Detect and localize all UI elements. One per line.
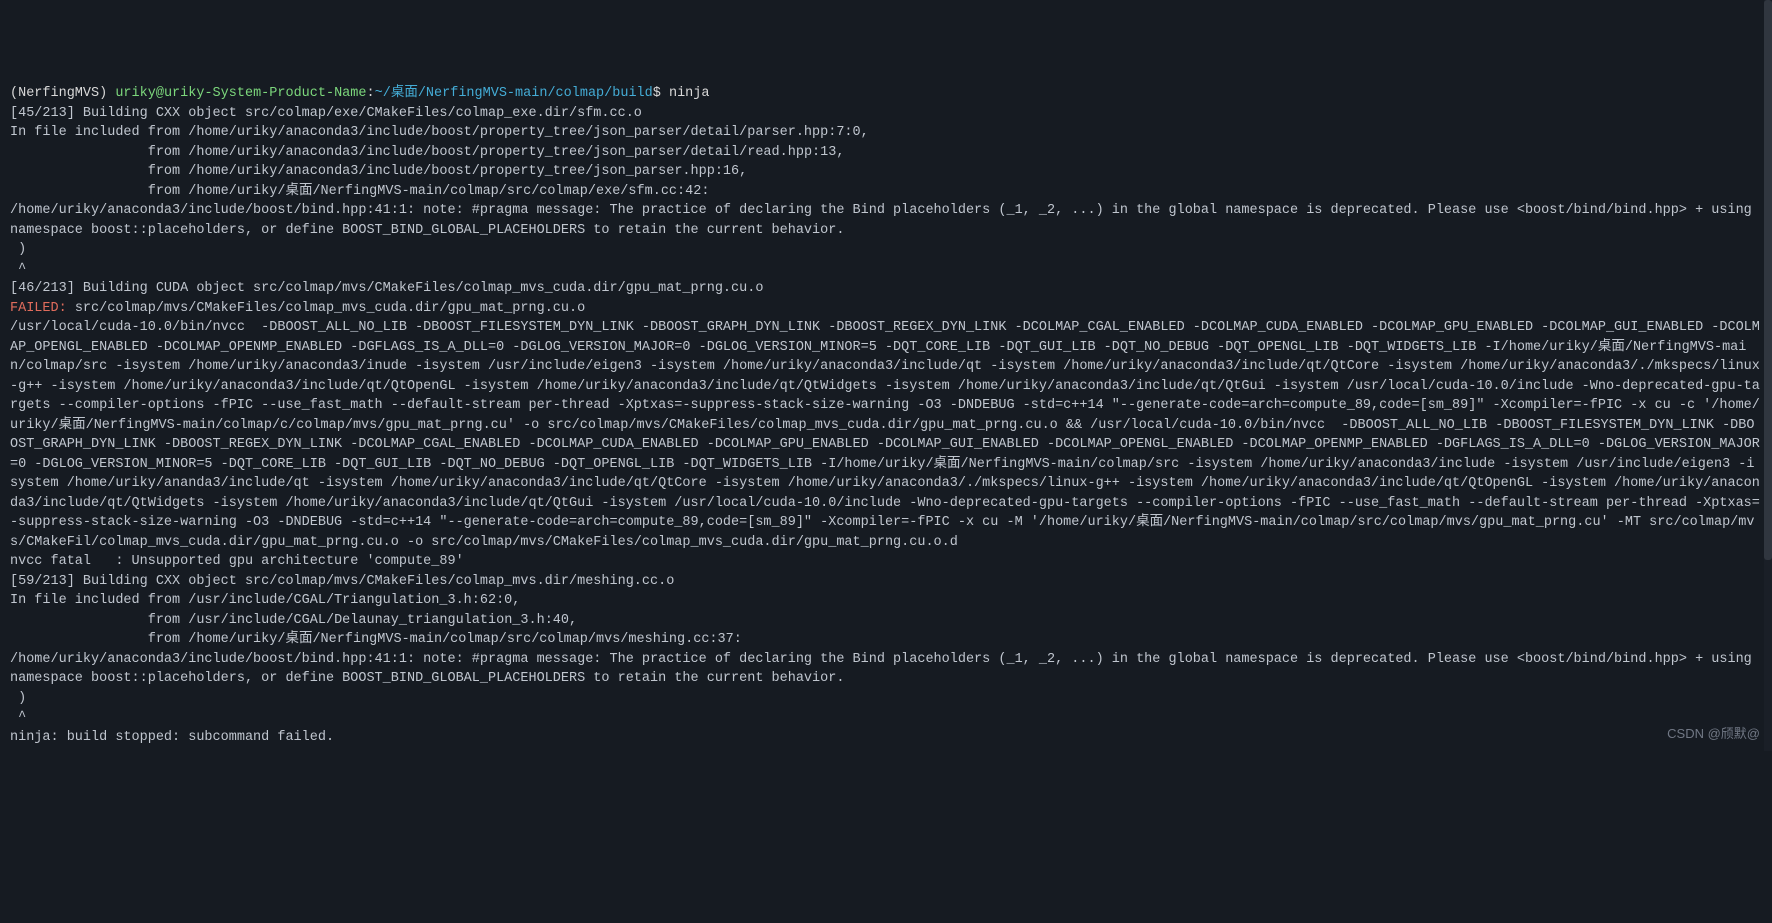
prompt-path: /桌面/NerfingMVS-main/colmap/build <box>383 86 653 101</box>
output-line: ^ <box>10 262 26 277</box>
output-line: In file included from /home/uriky/anacon… <box>10 125 869 140</box>
prompt-user: uriky <box>115 86 156 101</box>
output-line: [46/213] Building CUDA object src/colmap… <box>10 281 763 296</box>
output-line: ) <box>10 691 26 706</box>
output-line: ^ <box>10 710 26 725</box>
output-line: from /usr/include/CGAL/Delaunay_triangul… <box>10 613 577 628</box>
scrollbar-thumb[interactable] <box>1764 0 1772 560</box>
output-line: /home/uriky/anaconda3/include/boost/bind… <box>10 203 1760 238</box>
prompt-command: ninja <box>669 86 710 101</box>
prompt-host: uriky-System-Product-Name <box>164 86 367 101</box>
env-name: (NerfingMVS) <box>10 86 107 101</box>
output-line: from /home/uriky/anaconda3/include/boost… <box>10 164 747 179</box>
output-line: from /home/uriky/anaconda3/include/boost… <box>10 145 844 160</box>
prompt-dollar: $ <box>653 86 661 101</box>
output-line: ninja: build stopped: subcommand failed. <box>10 730 334 745</box>
output-line: /home/uriky/anaconda3/include/boost/bind… <box>10 652 1760 687</box>
watermark: CSDN @颀默@ <box>1667 724 1760 744</box>
prompt-colon: : <box>367 86 375 101</box>
output-line: /usr/local/cuda-10.0/bin/nvcc -DBOOST_AL… <box>10 320 1760 550</box>
failed-target: src/colmap/mvs/CMakeFiles/colmap_mvs_cud… <box>75 301 585 316</box>
scrollbar-track[interactable] <box>1764 0 1772 751</box>
terminal-output[interactable]: (NerfingMVS) uriky@uriky-System-Product-… <box>10 84 1762 747</box>
output-line: [45/213] Building CXX object src/colmap/… <box>10 106 642 121</box>
failed-label: FAILED: <box>10 301 75 316</box>
output-line: from /home/uriky/桌面/NerfingMVS-main/colm… <box>10 632 742 647</box>
output-line: from /home/uriky/桌面/NerfingMVS-main/colm… <box>10 184 709 199</box>
prompt-at: @ <box>156 86 164 101</box>
prompt-tilde: ~ <box>375 86 383 101</box>
output-line: nvcc fatal : Unsupported gpu architectur… <box>10 554 464 569</box>
output-line: In file included from /usr/include/CGAL/… <box>10 593 520 608</box>
prompt-line: (NerfingMVS) uriky@uriky-System-Product-… <box>10 86 710 101</box>
output-line: ) <box>10 242 26 257</box>
failed-line: FAILED: src/colmap/mvs/CMakeFiles/colmap… <box>10 301 585 316</box>
output-line: [59/213] Building CXX object src/colmap/… <box>10 574 674 589</box>
